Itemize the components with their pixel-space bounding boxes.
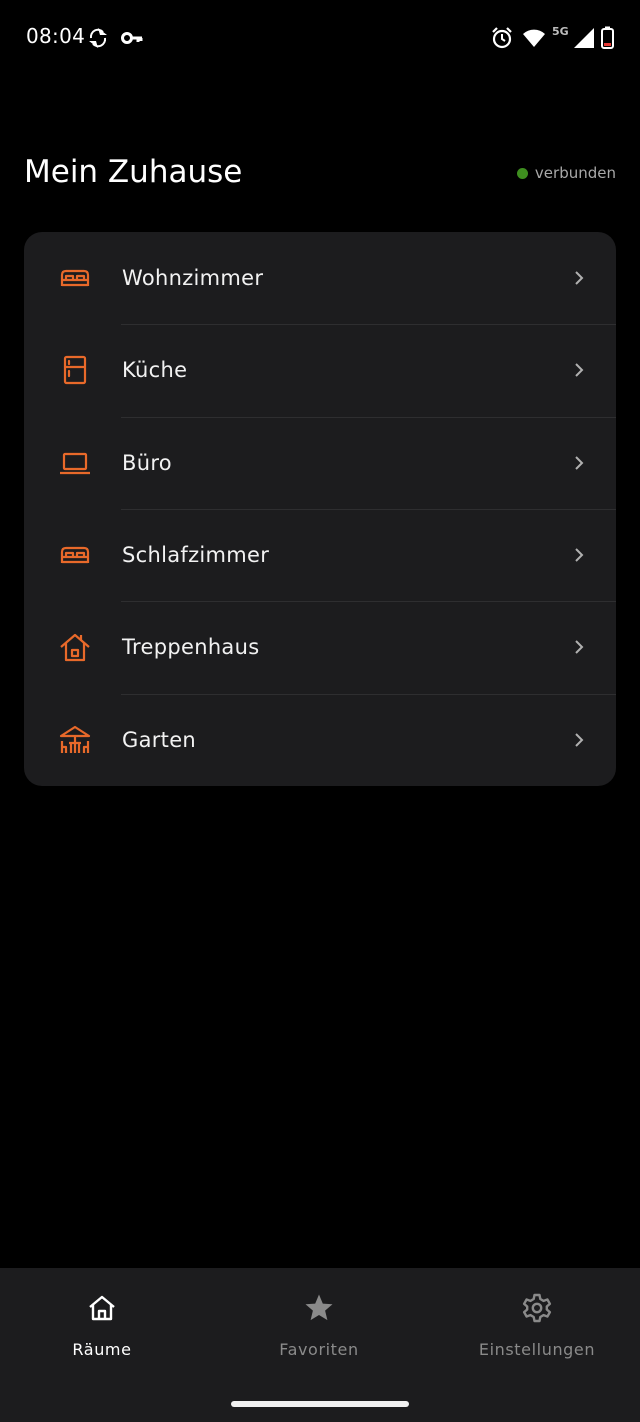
key-icon: [120, 26, 144, 50]
nav-tab-favoriten[interactable]: Favoriten: [219, 1292, 419, 1372]
battery-icon: [598, 26, 618, 50]
nav-tab-einstellungen[interactable]: Einstellungen: [437, 1292, 637, 1372]
room-label: Garten: [122, 727, 197, 752]
status-time: 08:04: [26, 24, 86, 48]
room-label: Schlafzimmer: [122, 543, 270, 568]
home-indicator[interactable]: [231, 1401, 409, 1407]
laptop-icon: [58, 446, 92, 480]
connection-status-label: verbunden: [534, 164, 616, 182]
room-item-wohnzimmer[interactable]: Wohnzimmer: [24, 232, 616, 324]
sofa-icon: [58, 261, 92, 295]
wifi-icon: [522, 26, 546, 50]
room-item-garten[interactable]: Garten: [24, 693, 616, 786]
chevron-right-icon: [570, 269, 588, 287]
nav-label: Favoriten: [279, 1340, 359, 1359]
room-label: Büro: [122, 450, 172, 475]
home-icon: [86, 1292, 118, 1324]
bottom-navigation: Räume Favoriten Einstellungen: [0, 1268, 640, 1422]
chevron-right-icon: [570, 638, 588, 656]
chevron-right-icon: [570, 361, 588, 379]
garden-table-icon: [58, 723, 92, 757]
status-bar: 08:04 5G: [0, 0, 640, 76]
room-item-kueche[interactable]: Küche: [24, 324, 616, 416]
room-item-treppenhaus[interactable]: Treppenhaus: [24, 601, 616, 693]
gear-icon: [521, 1292, 553, 1324]
room-item-schlafzimmer[interactable]: Schlafzimmer: [24, 508, 616, 601]
nav-tab-raeume[interactable]: Räume: [2, 1292, 202, 1372]
alarm-icon: [490, 26, 514, 50]
network-type-label: 5G: [552, 25, 569, 38]
chevron-right-icon: [570, 546, 588, 564]
star-icon: [303, 1292, 335, 1324]
chevron-right-icon: [570, 454, 588, 472]
room-item-buero[interactable]: Büro: [24, 416, 616, 509]
connection-indicator-dot: [516, 167, 528, 179]
chevron-right-icon: [570, 731, 588, 749]
bed-icon: [58, 538, 92, 572]
fridge-icon: [58, 353, 92, 387]
signal-icon: [572, 26, 596, 50]
room-label: Treppenhaus: [122, 635, 260, 660]
nav-label: Einstellungen: [478, 1340, 596, 1359]
room-label: Wohnzimmer: [122, 266, 264, 291]
room-list: Wohnzimmer Küche Büro Schlafzimmer Trepp…: [24, 232, 616, 786]
connection-status: verbunden: [516, 164, 616, 182]
sync-icon: [86, 26, 110, 50]
nav-label: Räume: [72, 1340, 132, 1359]
house-icon: [58, 630, 92, 664]
room-label: Küche: [122, 358, 188, 383]
page-title: Mein Zuhause: [24, 154, 243, 190]
